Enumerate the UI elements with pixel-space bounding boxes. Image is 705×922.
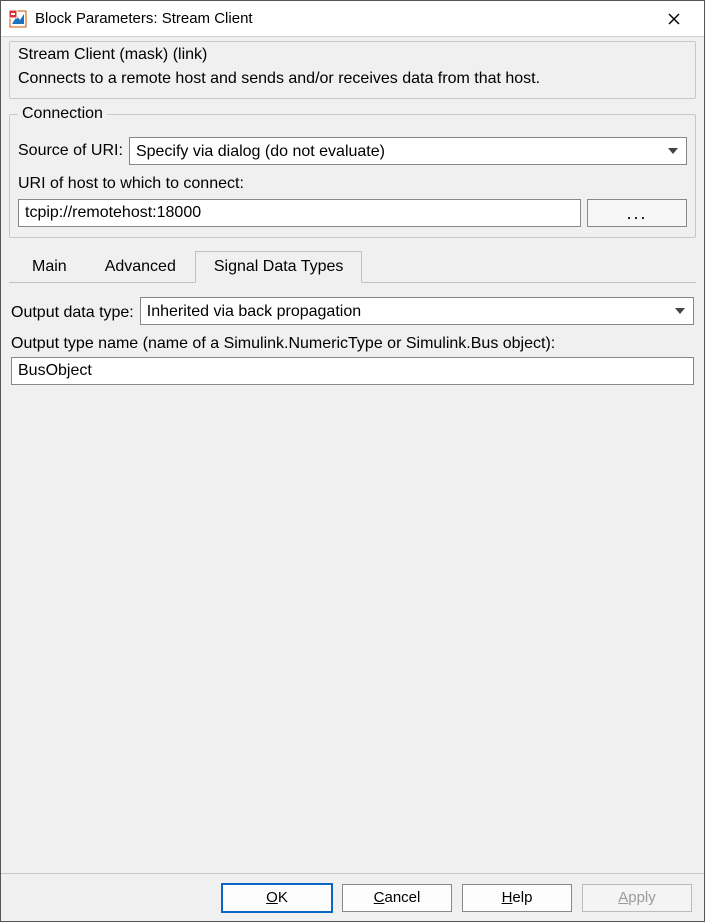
output-data-type-row: Output data type: Inherited via back pro… [11,297,694,325]
app-icon [9,10,27,28]
close-icon [668,13,680,25]
uri-input[interactable] [18,199,581,227]
source-of-uri-combo[interactable]: Specify via dialog (do not evaluate) [129,137,687,165]
close-button[interactable] [652,4,696,34]
tab-advanced[interactable]: Advanced [86,251,195,283]
ok-button[interactable]: OK [222,884,332,912]
output-type-name-label: Output type name (name of a Simulink.Num… [11,335,694,353]
connection-group: Connection Source of URI: Specify via di… [9,105,696,238]
help-button[interactable]: Help [462,884,572,912]
mask-header[interactable]: Stream Client (mask) (link) [18,46,687,70]
uri-label: URI of host to which to connect: [18,175,687,193]
apply-button: Apply [582,884,692,912]
tab-strip: Main Advanced Signal Data Types [9,250,696,283]
tab-signal-data-types[interactable]: Signal Data Types [195,251,363,283]
dialog-footer: OK Cancel Help Apply [1,873,704,921]
output-type-name-input [11,357,694,385]
uri-row: ... [18,199,687,227]
dialog-body: Stream Client (mask) (link) Connects to … [1,37,704,873]
tab-main[interactable]: Main [13,251,86,283]
source-of-uri-label: Source of URI: [18,142,123,160]
titlebar: Block Parameters: Stream Client [1,1,704,37]
output-data-type-combo[interactable]: Inherited via back propagation [140,297,694,325]
window-title: Block Parameters: Stream Client [35,10,652,27]
cancel-button[interactable]: Cancel [342,884,452,912]
output-data-type-label: Output data type: [11,304,134,322]
connection-legend: Connection [18,105,107,123]
source-of-uri-row: Source of URI: Specify via dialog (do no… [18,137,687,165]
mask-description: Connects to a remote host and sends and/… [18,70,687,88]
browse-button[interactable]: ... [587,199,687,227]
tab-panel-signal-data-types: Output data type: Inherited via back pro… [9,283,696,873]
mask-description-group: Stream Client (mask) (link) Connects to … [9,41,696,99]
dialog-window: Block Parameters: Stream Client Stream C… [0,0,705,922]
